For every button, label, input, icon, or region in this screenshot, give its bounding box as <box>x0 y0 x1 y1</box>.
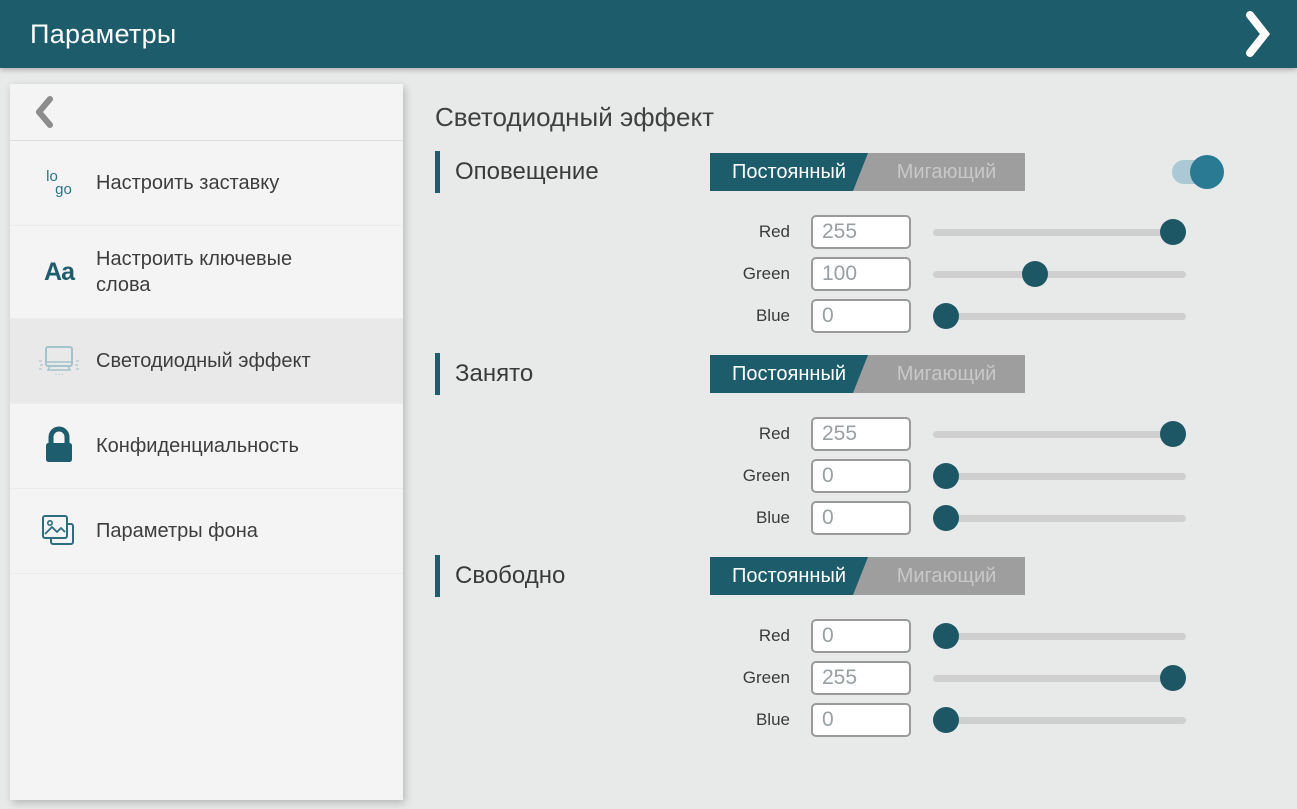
app-title: Параметры <box>30 19 177 50</box>
sidebar-item-label: Настроить ключевые слова <box>96 246 331 298</box>
slider-thumb[interactable] <box>1022 261 1048 287</box>
sidebar-item-privacy[interactable]: Конфиденциальность <box>10 404 403 489</box>
section-accent-bar <box>435 151 440 193</box>
slider-track <box>933 229 1186 236</box>
sidebar-item-label: Параметры фона <box>96 518 258 544</box>
blue-value-input[interactable] <box>811 703 911 737</box>
green-label: Green <box>435 264 790 284</box>
led-monitor-icon <box>34 339 84 383</box>
mode-option-blinking[interactable]: Мигающий <box>868 557 1025 595</box>
section-accent-bar <box>435 353 440 395</box>
red-value-input[interactable] <box>811 215 911 249</box>
blue-slider[interactable] <box>933 299 1186 333</box>
slider-thumb[interactable] <box>1160 421 1186 447</box>
green-slider[interactable] <box>933 661 1186 695</box>
slider-track <box>933 473 1186 480</box>
slider-thumb[interactable] <box>933 707 959 733</box>
red-slider[interactable] <box>933 417 1186 451</box>
section-accent-bar <box>435 555 440 597</box>
blue-label: Blue <box>435 306 790 326</box>
mode-option-blinking[interactable]: Мигающий <box>868 355 1025 393</box>
slider-track <box>933 271 1186 278</box>
slider-track <box>933 717 1186 724</box>
slider-track <box>933 675 1186 682</box>
blue-value-input[interactable] <box>811 501 911 535</box>
green-label: Green <box>435 466 790 486</box>
red-value-input[interactable] <box>811 417 911 451</box>
green-value-input[interactable] <box>811 257 911 291</box>
mode-option-constant[interactable]: Постоянный <box>710 153 868 191</box>
green-slider[interactable] <box>933 459 1186 493</box>
sidebar-back-button[interactable] <box>10 84 403 141</box>
page-title: Светодиодный эффект <box>435 102 1235 133</box>
mode-toggle-notification[interactable]: Постоянный Мигающий <box>710 153 1025 191</box>
section-title: Оповещение <box>455 158 599 186</box>
blue-slider[interactable] <box>933 501 1186 535</box>
text-aa-icon: Aa <box>34 250 84 294</box>
slider-thumb[interactable] <box>933 303 959 329</box>
blue-value-input[interactable] <box>811 299 911 333</box>
sidebar-item-label: Конфиденциальность <box>96 433 299 459</box>
slider-track <box>933 633 1186 640</box>
switch-thumb <box>1190 155 1224 189</box>
blue-label: Blue <box>435 508 790 528</box>
sidebar-item-label: Настроить заставку <box>96 170 279 196</box>
mode-option-blinking[interactable]: Мигающий <box>868 153 1025 191</box>
sidebar-item-label: Светодиодный эффект <box>96 348 311 374</box>
slider-thumb[interactable] <box>933 623 959 649</box>
section-title: Занято <box>455 360 533 388</box>
mode-option-constant[interactable]: Постоянный <box>710 557 868 595</box>
green-label: Green <box>435 668 790 688</box>
app-header: Параметры <box>0 0 1297 68</box>
chevron-left-icon <box>36 96 53 128</box>
logo-icon: lo go <box>34 161 84 205</box>
lock-icon <box>34 424 84 468</box>
green-value-input[interactable] <box>811 459 911 493</box>
sidebar-item-led-effect[interactable]: Светодиодный эффект <box>10 319 403 404</box>
notification-enabled-switch[interactable] <box>1172 155 1224 189</box>
blue-slider[interactable] <box>933 703 1186 737</box>
section-busy: Занято Постоянный Мигающий Red Green Blu… <box>435 353 1235 535</box>
red-label: Red <box>435 626 790 646</box>
section-free: Свободно Постоянный Мигающий Red Green B… <box>435 555 1235 737</box>
green-value-input[interactable] <box>811 661 911 695</box>
red-slider[interactable] <box>933 619 1186 653</box>
slider-track <box>933 431 1186 438</box>
slider-thumb[interactable] <box>933 505 959 531</box>
slider-track <box>933 515 1186 522</box>
mode-toggle-busy[interactable]: Постоянный Мигающий <box>710 355 1025 393</box>
sidebar-item-keywords[interactable]: Aa Настроить ключевые слова <box>10 226 403 319</box>
red-value-input[interactable] <box>811 619 911 653</box>
sidebar-item-background[interactable]: Параметры фона <box>10 489 403 574</box>
led-effect-panel: Светодиодный эффект Оповещение Постоянны… <box>435 68 1235 757</box>
red-label: Red <box>435 424 790 444</box>
slider-thumb[interactable] <box>1160 219 1186 245</box>
mode-option-constant[interactable]: Постоянный <box>710 355 868 393</box>
red-slider[interactable] <box>933 215 1186 249</box>
slider-thumb[interactable] <box>1160 665 1186 691</box>
slider-track <box>933 313 1186 320</box>
background-images-icon <box>34 509 84 553</box>
slider-thumb[interactable] <box>933 463 959 489</box>
collapse-panel-button[interactable] <box>1235 10 1281 58</box>
blue-label: Blue <box>435 710 790 730</box>
chevron-right-icon <box>1246 11 1270 57</box>
mode-toggle-free[interactable]: Постоянный Мигающий <box>710 557 1025 595</box>
settings-sidebar: lo go Настроить заставку Aa Настроить кл… <box>10 84 403 800</box>
red-label: Red <box>435 222 790 242</box>
sidebar-item-splash-screen[interactable]: lo go Настроить заставку <box>10 141 403 226</box>
green-slider[interactable] <box>933 257 1186 291</box>
section-notification: Оповещение Постоянный Мигающий Red Green <box>435 151 1235 333</box>
section-title: Свободно <box>455 562 565 590</box>
